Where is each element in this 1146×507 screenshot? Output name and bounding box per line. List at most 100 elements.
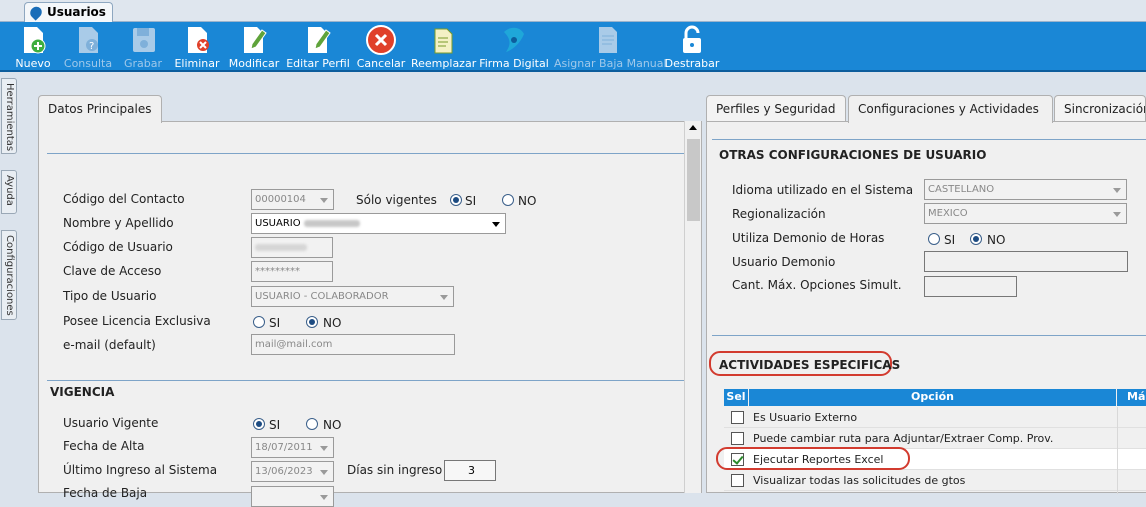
usuario-vigente-si-radio[interactable] (253, 418, 265, 430)
col-opcion-header[interactable]: Opción (749, 389, 1116, 406)
side-tab-ayuda[interactable]: Ayuda (1, 170, 17, 214)
modificar-button[interactable]: Modificar (227, 22, 281, 72)
solo-vigentes-label: Sólo vigentes (356, 193, 437, 207)
codigo-contacto-value: 00000104 (255, 194, 306, 205)
tab-sincronizacion[interactable]: Sincronización (1054, 95, 1146, 122)
side-tab-configuraciones-label: Configuraciones (4, 235, 15, 316)
asignar-baja-manual-button[interactable]: Asignar Baja Manual (554, 22, 667, 72)
consulta-button[interactable]: ? Consulta (63, 22, 113, 72)
destrabar-button[interactable]: Destrabar (663, 22, 721, 72)
fecha-alta-label: Fecha de Alta (63, 439, 145, 453)
tab-perfiles-seguridad[interactable]: Perfiles y Seguridad (706, 95, 846, 122)
dias-sin-ingreso-field[interactable]: 3 (444, 460, 496, 481)
toolbar: Nuevo ? Consulta Grabar Eliminar Modific… (0, 22, 1146, 72)
ultimo-ingreso-field[interactable]: 13/06/2023 (251, 461, 334, 482)
scroll-up-icon[interactable] (689, 125, 697, 130)
table-row[interactable]: Visualizar todas las solicitudes de gtos (724, 470, 1146, 491)
nuevo-label: Nuevo (15, 57, 51, 70)
divider (712, 139, 1146, 140)
usuario-vigente-no-radio[interactable] (306, 418, 318, 430)
divider (712, 335, 1146, 336)
firma-digital-label: Firma Digital (479, 57, 549, 70)
tab-configuraciones-actividades[interactable]: Configuraciones y Actividades (848, 95, 1053, 123)
tab-usuarios-label: Usuarios (47, 5, 106, 19)
chevron-down-icon (1113, 212, 1121, 217)
tab-configuraciones-actividades-label: Configuraciones y Actividades (858, 102, 1039, 116)
col-sel-header[interactable]: Sel (724, 389, 748, 406)
digital-signature-icon (504, 27, 524, 52)
codigo-usuario-field[interactable] (251, 237, 333, 258)
tab-sincronizacion-label: Sincronización (1064, 102, 1146, 116)
left-scrollbar[interactable] (684, 121, 701, 493)
side-tab-configuraciones[interactable]: Configuraciones (1, 230, 17, 320)
chevron-down-icon (320, 495, 328, 500)
licencia-si-radio[interactable] (253, 316, 265, 328)
configuraciones-content: OTRAS CONFIGURACIONES DE USUARIO Idioma … (706, 121, 1146, 494)
cancelar-button[interactable]: Cancelar (356, 22, 406, 72)
chevron-down-icon (320, 446, 328, 451)
email-field[interactable]: mail@mail.com (251, 334, 455, 355)
solo-vigentes-no-radio[interactable] (502, 194, 514, 206)
firma-digital-button[interactable]: Firma Digital (479, 22, 549, 72)
side-tab-herramientas[interactable]: Herramientas (1, 78, 17, 154)
grabar-button[interactable]: Grabar (118, 22, 168, 72)
usuario-demonio-label: Usuario Demonio (732, 255, 836, 269)
tab-datos-principales[interactable]: Datos Principales (38, 95, 162, 123)
fecha-baja-field[interactable] (251, 486, 334, 507)
delete-doc-icon (188, 27, 209, 53)
row-checkbox[interactable] (731, 411, 744, 424)
nuevo-button[interactable]: Nuevo (8, 22, 58, 72)
eliminar-label: Eliminar (174, 57, 220, 70)
row-checkbox[interactable] (731, 474, 744, 487)
demonio-si-radio[interactable] (928, 233, 940, 245)
fecha-alta-field[interactable]: 18/07/2011 (251, 437, 334, 458)
solo-vigentes-si-radio[interactable] (450, 194, 462, 206)
unlock-icon (683, 25, 701, 53)
tipo-usuario-select[interactable]: USUARIO - COLABORADOR (251, 286, 454, 307)
chevron-down-icon (492, 222, 500, 227)
datos-principales-panel: Datos Principales Código del Contacto 00… (38, 95, 702, 507)
usuario-demonio-field[interactable] (924, 251, 1128, 272)
edit-doc-icon (244, 27, 267, 53)
cancel-icon (366, 25, 396, 55)
datos-principales-content: Código del Contacto 00000104 Sólo vigent… (38, 121, 702, 507)
table-row[interactable]: Puede cambiar ruta para Adjuntar/Extraer… (724, 428, 1146, 449)
col-mas-header[interactable]: Más (1117, 389, 1146, 406)
divider (47, 380, 684, 381)
clave-value: ********* (255, 266, 300, 277)
col-mas-label: Más (1127, 390, 1146, 403)
edit-profile-icon (308, 27, 331, 53)
editar-perfil-button[interactable]: Editar Perfil (286, 22, 350, 72)
fecha-baja-label: Fecha de Baja (63, 486, 148, 500)
clave-field[interactable]: ********* (251, 261, 333, 282)
side-tabs: Herramientas Ayuda Configuraciones (0, 78, 18, 493)
licencia-si-label: SI (269, 316, 281, 330)
document-tab-bar: Usuarios (0, 0, 1146, 22)
otras-title: OTRAS CONFIGURACIONES DE USUARIO (719, 148, 987, 162)
tab-usuarios[interactable]: Usuarios (24, 2, 113, 22)
replace-doc-icon (434, 28, 453, 54)
nombre-label: Nombre y Apellido (63, 216, 174, 230)
reemplazar-button[interactable]: Reemplazar (411, 22, 476, 72)
manual-removal-icon (599, 27, 617, 53)
licencia-no-radio[interactable] (306, 316, 318, 328)
chevron-down-icon (1113, 188, 1121, 193)
scroll-thumb[interactable] (687, 139, 700, 221)
destrabar-label: Destrabar (664, 57, 720, 70)
row-checkbox[interactable] (731, 432, 744, 445)
redacted-text (303, 219, 360, 227)
eliminar-button[interactable]: Eliminar (172, 22, 222, 72)
demonio-horas-label: Utiliza Demonio de Horas (732, 231, 885, 245)
row-option: Es Usuario Externo (753, 411, 858, 424)
email-value: mail@mail.com (255, 339, 333, 350)
cant-max-field[interactable] (924, 276, 1017, 297)
codigo-contacto-select[interactable]: 00000104 (251, 189, 334, 210)
regionalizacion-select[interactable]: MEXICO (924, 203, 1127, 224)
nombre-select[interactable]: USUARIO (251, 213, 506, 234)
demonio-no-radio[interactable] (970, 233, 982, 245)
idioma-select[interactable]: CASTELLANO (924, 179, 1127, 200)
grabar-label: Grabar (123, 57, 163, 70)
table-row[interactable]: Es Usuario Externo (724, 407, 1146, 428)
licencia-label: Posee Licencia Exclusiva (63, 314, 211, 328)
nombre-value: USUARIO (255, 218, 301, 229)
